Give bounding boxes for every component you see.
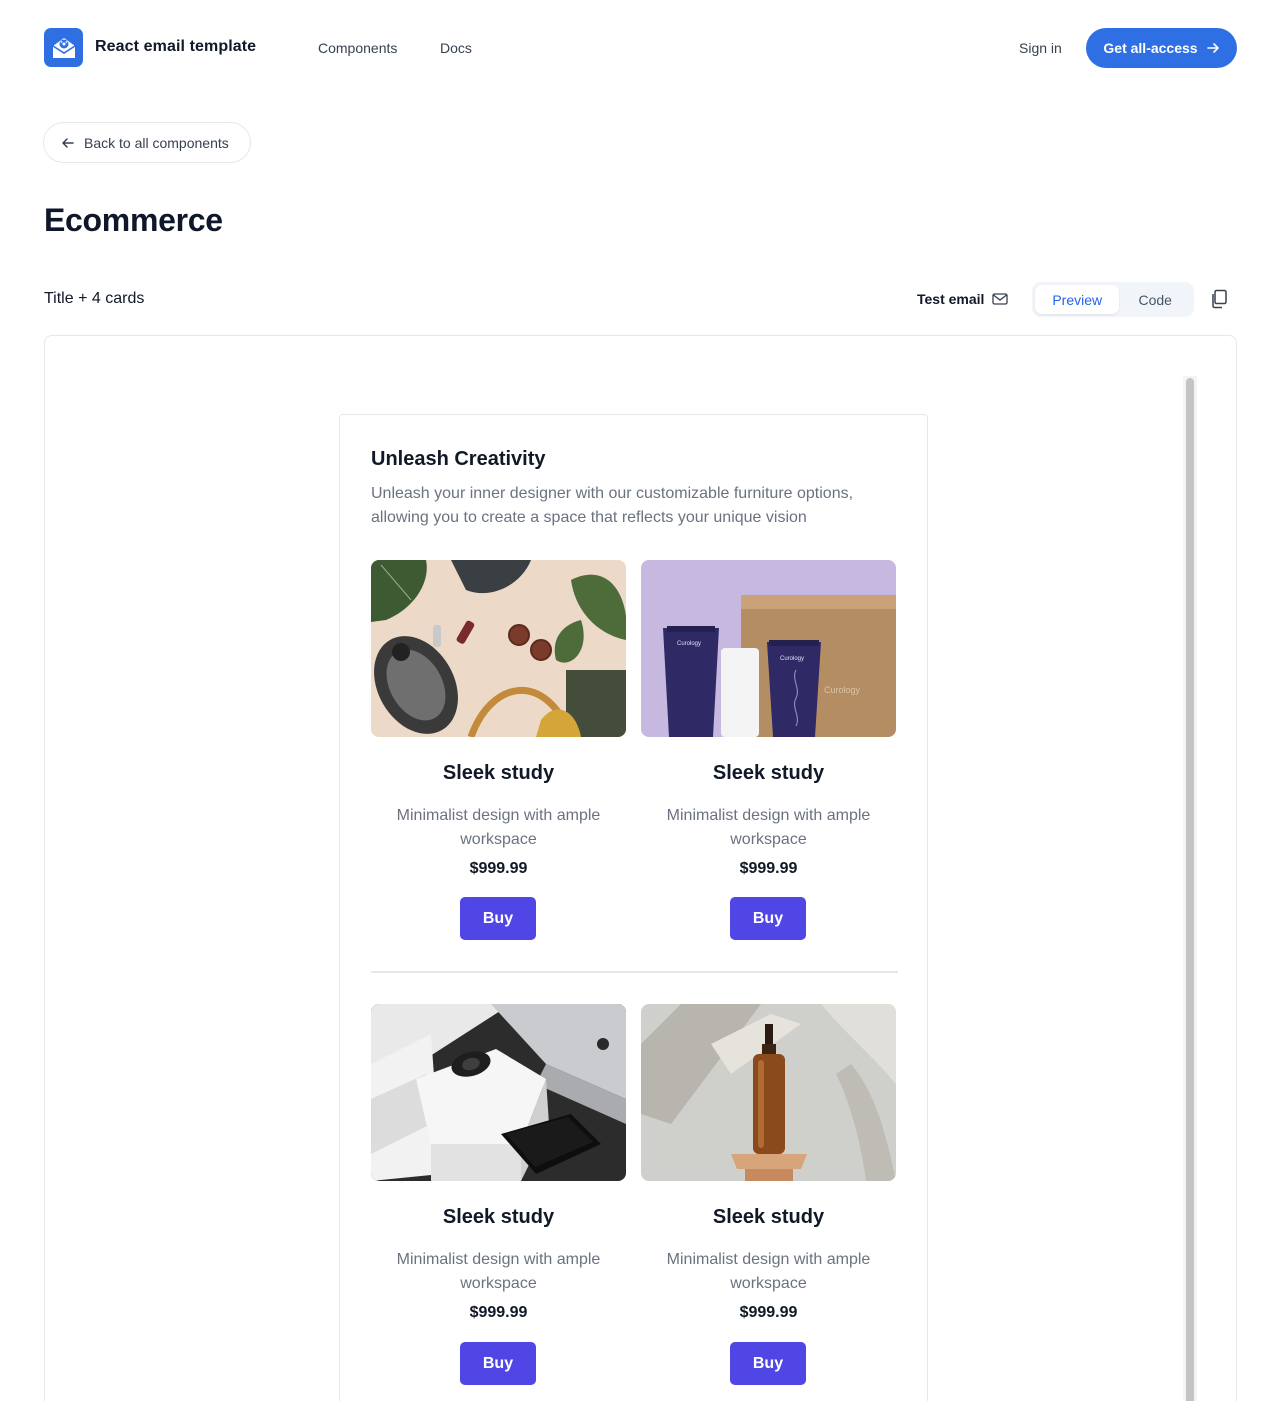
arrow-left-icon	[62, 137, 74, 148]
buy-button[interactable]: Buy	[460, 897, 536, 940]
page-title: Ecommerce	[44, 202, 223, 238]
variant-title: Title + 4 cards	[44, 290, 145, 307]
card-title: Sleek study	[712, 1206, 825, 1228]
card-title: Sleek study	[442, 1206, 555, 1228]
card-description: Minimalist design with ample workspace	[396, 807, 601, 848]
mail-icon	[992, 293, 1009, 305]
buy-button[interactable]: Buy	[730, 897, 806, 940]
card-title: Sleek study	[442, 762, 555, 784]
brand-text: Curology	[780, 656, 804, 662]
test-email-button[interactable]: Test email	[917, 291, 1009, 307]
buy-button[interactable]: Buy	[460, 1342, 536, 1385]
get-all-access-button[interactable]: Get all-access	[1086, 28, 1237, 68]
nav-components[interactable]: Components	[318, 40, 397, 56]
copy-icon[interactable]	[1208, 288, 1230, 310]
back-label: Back to all components	[84, 134, 229, 151]
view-toggle: Preview Code	[1032, 282, 1194, 317]
card-price: $999.99	[739, 1304, 798, 1321]
card-description: Minimalist design with ample workspace	[666, 807, 871, 848]
brand-name[interactable]: React email template	[95, 38, 256, 56]
card-price: $999.99	[739, 860, 798, 877]
card-title: Sleek study	[712, 762, 825, 784]
product-image-flatlay	[371, 560, 626, 737]
product-image-serum	[641, 1004, 896, 1181]
test-email-label: Test email	[917, 291, 985, 307]
email-title: Unleash Creativity	[371, 448, 546, 470]
tab-preview[interactable]: Preview	[1035, 285, 1120, 314]
logo-icon[interactable]	[44, 28, 83, 67]
email-subtitle: Unleash your inner designer with our cus…	[371, 485, 854, 526]
tab-code[interactable]: Code	[1119, 285, 1191, 314]
scrollbar-thumb[interactable]	[1186, 378, 1194, 1401]
brand-text: Curology	[824, 685, 861, 695]
nav-docs[interactable]: Docs	[440, 40, 472, 56]
cta-label: Get all-access	[1103, 40, 1198, 56]
card-description: Minimalist design with ample workspace	[666, 1251, 871, 1292]
sign-in-link[interactable]: Sign in	[1019, 40, 1062, 56]
card-price: $999.99	[469, 1304, 528, 1321]
site-header: React email template Components Docs Sig…	[0, 0, 1280, 96]
product-image-skincare: Curology Curology Curology	[641, 560, 896, 737]
buy-button[interactable]: Buy	[730, 1342, 806, 1385]
section-divider	[371, 971, 898, 973]
card-description: Minimalist design with ample workspace	[396, 1251, 601, 1292]
brand-text: Curology	[677, 641, 701, 647]
card-price: $999.99	[469, 860, 528, 877]
product-image-tech	[371, 1004, 626, 1181]
back-to-components-button[interactable]: Back to all components	[43, 122, 251, 163]
arrow-right-icon	[1206, 43, 1219, 53]
